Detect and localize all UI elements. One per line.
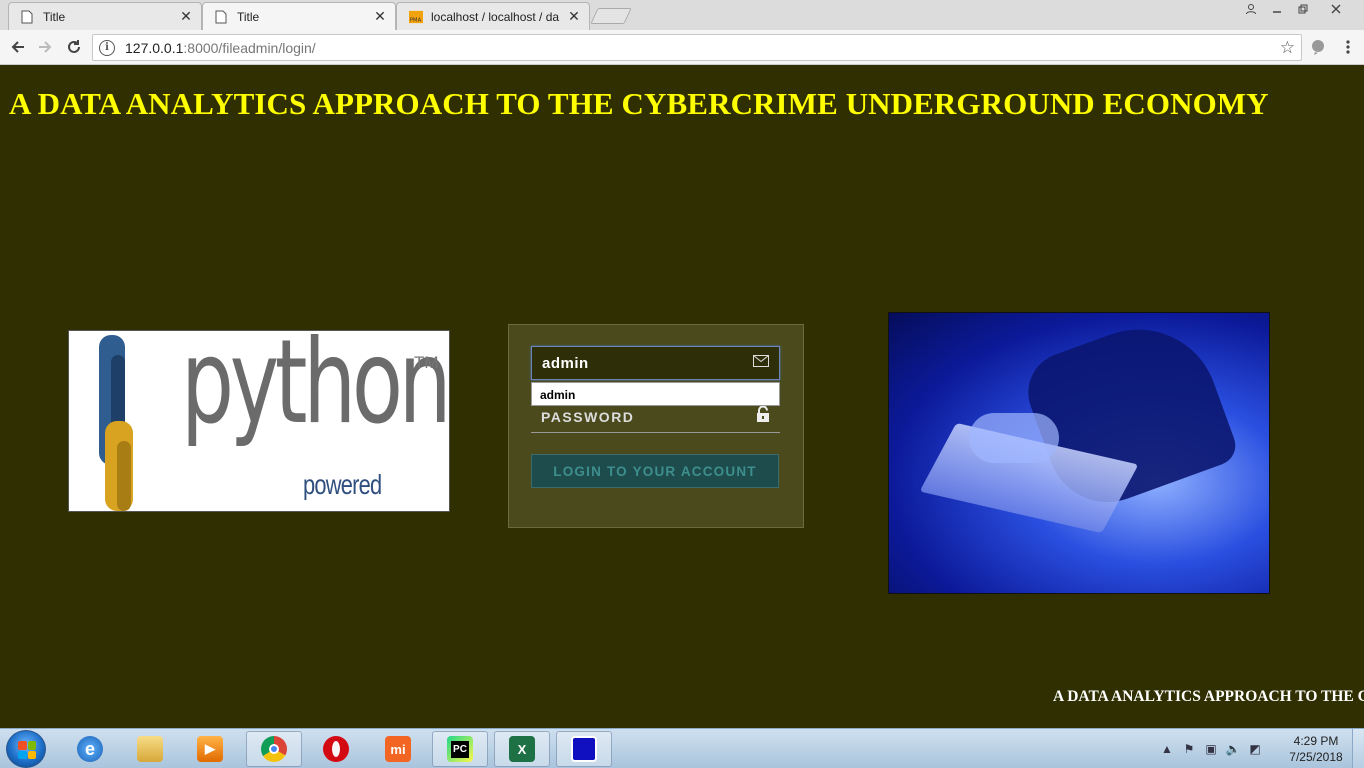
python-powered-logo: python TM powered [68, 330, 450, 512]
security-icon[interactable]: ◩ [1248, 742, 1262, 756]
back-icon[interactable] [7, 36, 29, 58]
media-player-icon[interactable]: ▶ [182, 731, 238, 767]
username-field[interactable] [531, 346, 780, 380]
login-form: admin LOGIN TO YOUR ACCOUNT [508, 324, 804, 528]
opera-icon[interactable] [308, 731, 364, 767]
page-title: A DATA ANALYTICS APPROACH TO THE CYBERCR… [9, 86, 1269, 121]
browser-tab-1[interactable]: Title ✕ [8, 2, 202, 30]
username-input[interactable] [542, 354, 753, 372]
lock-icon [756, 405, 770, 427]
phpmyadmin-icon: PMA [409, 10, 423, 24]
close-icon[interactable]: ✕ [567, 8, 581, 25]
logo-powered: powered [303, 469, 382, 500]
chrome-icon[interactable] [246, 731, 302, 767]
url-path: :8000/fileadmin/login/ [183, 39, 316, 56]
system-tray: ▲ ⚑ ▣ 🔈 ◩ [1160, 729, 1262, 768]
logo-tm: TM [414, 353, 439, 372]
window-controls [1238, 0, 1356, 18]
page-icon [215, 10, 229, 24]
system-clock[interactable]: 4:29 PM 7/25/2018 [1284, 733, 1348, 765]
bookmark-star-icon[interactable]: ☆ [1280, 38, 1295, 58]
password-input[interactable] [541, 408, 756, 425]
network-icon[interactable]: ▣ [1204, 742, 1218, 756]
page-content: A DATA ANALYTICS APPROACH TO THE CYBERCR… [0, 66, 1364, 728]
menu-dots-icon[interactable] [1337, 36, 1359, 58]
marquee-title: A DATA ANALYTICS APPROACH TO THE C [1053, 688, 1364, 705]
excel-icon[interactable]: X [494, 731, 550, 767]
logo-word: python [181, 330, 449, 450]
show-hidden-icons-icon[interactable]: ▲ [1160, 742, 1174, 756]
action-center-icon[interactable]: ⚑ [1182, 742, 1196, 756]
close-window-icon[interactable] [1316, 0, 1356, 17]
pycharm-icon[interactable]: PC [432, 731, 488, 767]
minimize-icon[interactable] [1264, 0, 1290, 17]
browser-tab-bar: Title ✕ Title ✕ PMA localhost / localhos… [0, 0, 1364, 30]
clock-time: 4:29 PM [1293, 734, 1339, 748]
browser-toolbar: i 127.0.0.1:8000/fileadmin/login/ ☆ [0, 30, 1364, 65]
tab-label: localhost / localhost / da [431, 9, 560, 24]
page-icon [21, 10, 35, 24]
svg-text:PMA: PMA [410, 17, 422, 23]
internet-explorer-icon[interactable]: e [62, 731, 118, 767]
url-host: 127.0.0.1 [125, 39, 184, 56]
file-explorer-icon[interactable] [122, 731, 178, 767]
browser-tab-3[interactable]: PMA localhost / localhost / da ✕ [396, 2, 590, 30]
taskbar: e ▶ mi PC X ▲ ⚑ ▣ 🔈 ◩ 4:29 PM 7/25/2018 [0, 728, 1364, 768]
clock-date: 7/25/2018 [1289, 750, 1343, 764]
tab-label: Title [237, 9, 260, 24]
user-icon[interactable] [1238, 0, 1264, 17]
restore-icon[interactable] [1290, 0, 1316, 17]
close-icon[interactable]: ✕ [373, 8, 387, 25]
remote-desktop-icon[interactable] [556, 731, 612, 767]
envelope-icon [753, 354, 769, 372]
address-bar[interactable]: i 127.0.0.1:8000/fileadmin/login/ ☆ [92, 34, 1302, 61]
browser-tab-2[interactable]: Title ✕ [202, 2, 396, 30]
autocomplete-suggestion[interactable]: admin [531, 382, 780, 406]
reload-icon[interactable] [63, 36, 85, 58]
cyber-hands-laptop-image [888, 312, 1270, 594]
mi-icon[interactable]: mi [370, 731, 426, 767]
volume-icon[interactable]: 🔈 [1226, 742, 1241, 756]
show-desktop-button[interactable] [1352, 729, 1364, 768]
start-button[interactable] [6, 730, 46, 768]
close-icon[interactable]: ✕ [179, 8, 193, 25]
windows-logo-icon [18, 741, 36, 759]
info-icon[interactable]: i [99, 39, 115, 56]
tab-label: Title [43, 9, 66, 24]
new-tab-button[interactable] [590, 8, 632, 24]
extension-icon[interactable] [1307, 36, 1329, 58]
login-button[interactable]: LOGIN TO YOUR ACCOUNT [531, 454, 779, 488]
forward-icon[interactable] [34, 36, 56, 58]
